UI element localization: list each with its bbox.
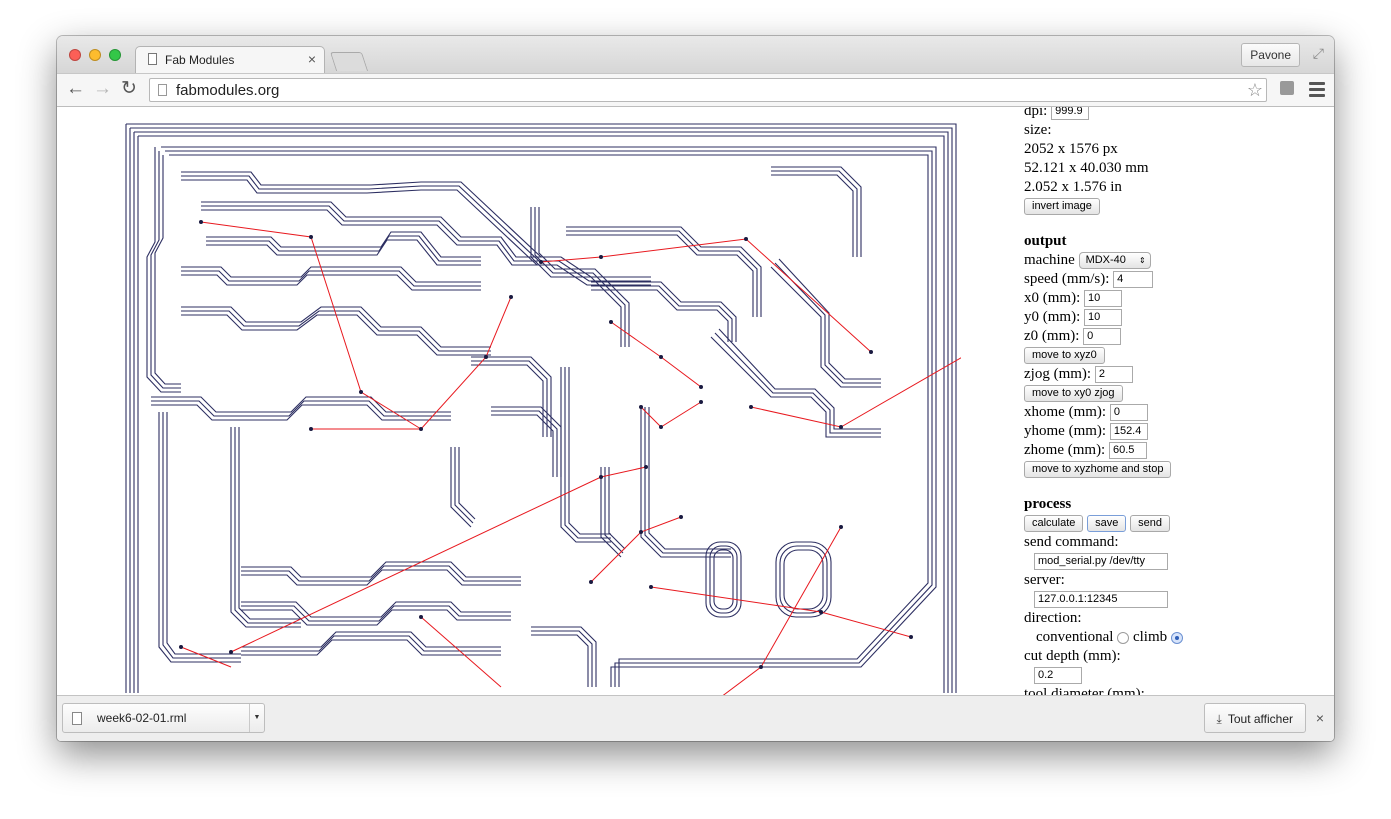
z0-input[interactable]: 0 [1083, 328, 1122, 346]
y0-input[interactable]: 10 [1084, 309, 1122, 327]
server-label: server: [1024, 572, 1065, 588]
browser-window: Fab Modules × Pavone ⤢ ← → ↻ fabmodules.… [57, 36, 1334, 741]
y0-label: y0 (mm): [1024, 309, 1081, 325]
tool-diameter-label: tool diameter (mm): [1024, 686, 1145, 695]
move-to-xyz0-button[interactable]: move to xyz0 [1024, 347, 1105, 365]
page-icon [158, 84, 167, 96]
cut-depth-label: cut depth (mm): [1024, 648, 1121, 664]
new-tab-button[interactable] [329, 52, 369, 71]
url-text: fabmodules.org [176, 82, 280, 99]
download-arrow-icon: ⤓ [1216, 712, 1222, 726]
size-in: 2.052 x 1.576 in [1024, 179, 1122, 195]
process-heading: process [1024, 496, 1072, 512]
move-to-xyzhome-button[interactable]: move to xyzhome and stop [1024, 461, 1172, 479]
toolpath-traces [125, 123, 957, 693]
show-all-label: Tout afficher [1227, 712, 1293, 726]
dpi-input[interactable]: 999.9 [1051, 107, 1090, 121]
zhome-label: zhome (mm): [1024, 442, 1106, 458]
bookmark-star-icon[interactable]: ☆ [1247, 80, 1263, 101]
tab-close-icon[interactable]: × [308, 51, 316, 67]
toolpath-preview [125, 123, 961, 695]
reload-icon[interactable]: ↻ [121, 79, 137, 99]
server-input[interactable]: 127.0.0.1:12345 [1034, 591, 1168, 609]
send-button[interactable]: send [1130, 515, 1171, 533]
speed-label: speed (mm/s): [1024, 271, 1110, 287]
invert-image-button[interactable]: invert image [1024, 198, 1100, 216]
page-content: dpi: 999.9 size: 2052 x 1576 px 52.121 x… [57, 107, 1334, 695]
dpi-label: dpi: [1024, 107, 1048, 119]
back-arrow-icon[interactable]: ← [66, 79, 85, 99]
settings-panel: dpi: 999.9 size: 2052 x 1576 px 52.121 x… [1024, 107, 1324, 695]
calculate-button[interactable]: calculate [1024, 515, 1084, 533]
xhome-input[interactable]: 0 [1109, 404, 1148, 422]
browser-toolbar: ← → ↻ fabmodules.org ☆ [57, 73, 1334, 107]
zjog-label: zjog (mm): [1024, 366, 1092, 382]
zjog-input[interactable]: 2 [1094, 366, 1133, 384]
show-all-downloads-button[interactable]: ⤓ Tout afficher [1203, 703, 1306, 733]
x0-input[interactable]: 10 [1084, 290, 1122, 308]
machine-value: MDX-40 [1085, 254, 1126, 267]
save-button[interactable]: save [1087, 515, 1127, 533]
climb-label: climb [1132, 629, 1168, 645]
send-command-label: send command: [1024, 534, 1119, 550]
zoom-window-button[interactable] [109, 49, 121, 61]
machine-select[interactable]: MDX-40 ⇕ [1078, 252, 1151, 270]
file-icon [72, 712, 82, 725]
size-label: size: [1024, 122, 1052, 138]
minimize-window-button[interactable] [89, 49, 101, 61]
conventional-radio[interactable] [1117, 631, 1130, 644]
download-bar: week6-02-01.rml ▼ ⤓ Tout afficher × [57, 695, 1334, 741]
chevron-down-icon[interactable]: ▼ [249, 704, 264, 732]
select-arrows-icon: ⇕ [1138, 256, 1146, 266]
hamburger-menu-icon[interactable] [1309, 82, 1325, 100]
yhome-input[interactable]: 152.4 [1109, 423, 1148, 441]
direction-label: direction: [1024, 610, 1082, 626]
cut-depth-input[interactable]: 0.2 [1034, 667, 1082, 685]
xhome-label: xhome (mm): [1024, 404, 1107, 420]
yhome-label: yhome (mm): [1024, 423, 1107, 439]
download-file-name: week6-02-01.rml [97, 711, 187, 725]
climb-radio[interactable] [1170, 631, 1183, 644]
size-mm: 52.121 x 40.030 mm [1024, 160, 1149, 176]
profile-button[interactable]: Pavone [1241, 43, 1300, 67]
page-icon [148, 53, 157, 65]
fullscreen-icon[interactable]: ⤢ [1313, 45, 1324, 62]
speed-input[interactable]: 4 [1113, 271, 1154, 289]
zhome-input[interactable]: 60.5 [1108, 442, 1147, 460]
download-item[interactable]: week6-02-01.rml ▼ [62, 703, 265, 733]
conventional-label: conventional [1036, 629, 1114, 645]
z0-label: z0 (mm): [1024, 328, 1080, 344]
close-download-bar-icon[interactable]: × [1316, 710, 1324, 726]
x0-label: x0 (mm): [1024, 290, 1081, 306]
close-window-button[interactable] [69, 49, 81, 61]
address-bar[interactable]: fabmodules.org ☆ [149, 78, 1267, 102]
machine-label: machine [1024, 252, 1075, 268]
send-command-input[interactable]: mod_serial.py /dev/tty [1034, 553, 1168, 571]
forward-arrow-icon[interactable]: → [93, 79, 112, 99]
extension-icon[interactable] [1280, 81, 1294, 95]
output-heading: output [1024, 233, 1067, 249]
size-px: 2052 x 1576 px [1024, 141, 1118, 157]
rapid-moves [180, 221, 961, 695]
move-to-xy0-zjog-button[interactable]: move to xy0 zjog [1024, 385, 1123, 403]
tab-fab-modules[interactable]: Fab Modules × [135, 46, 325, 73]
tab-title: Fab Modules [165, 53, 235, 67]
tab-strip: Fab Modules × Pavone ⤢ [57, 36, 1334, 73]
